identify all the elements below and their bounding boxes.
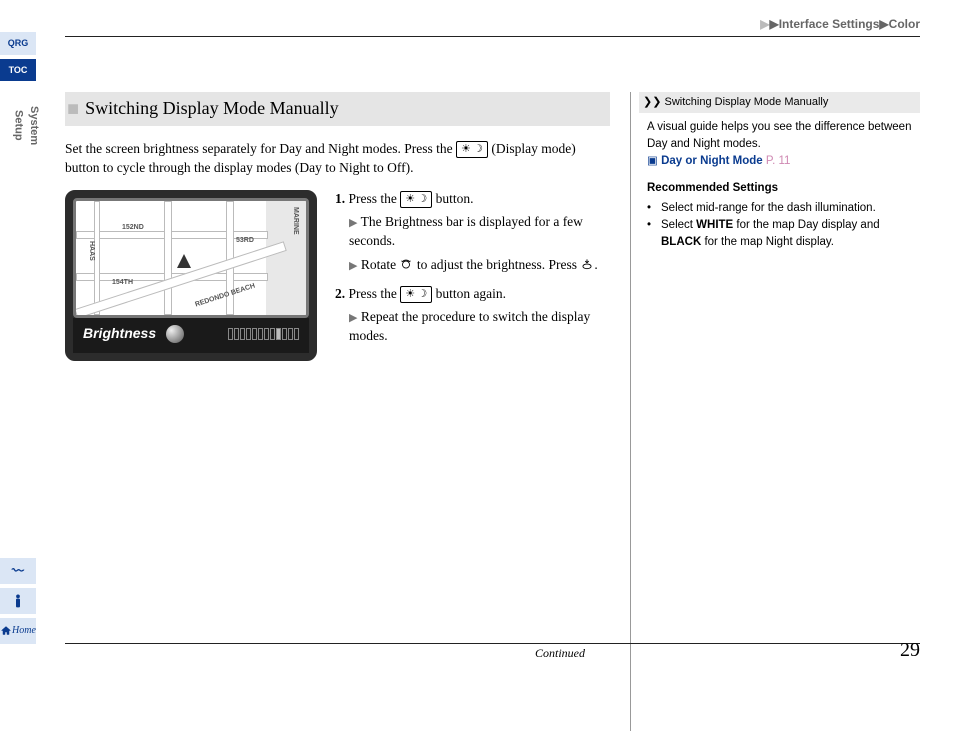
street-label: 53RD <box>236 236 254 246</box>
left-rail: QRG TOC System Setup <box>0 32 36 169</box>
display-mode-key-icon: ☀ ☽ <box>456 141 488 158</box>
tab-qrg[interactable]: QRG <box>0 32 36 55</box>
page-number: 29 <box>900 636 920 664</box>
heading-square-icon: ■ <box>67 95 79 123</box>
section-heading: ■ Switching Display Mode Manually <box>65 92 610 126</box>
dial-knob-icon <box>166 325 184 343</box>
street-label: 154TH <box>112 278 133 288</box>
rec-item: •Select WHITE for the map Day display an… <box>647 217 920 252</box>
brightness-label: Brightness <box>83 324 156 344</box>
triangle-icon: ▶ <box>349 312 357 324</box>
brightness-bar: Brightness <box>73 318 309 354</box>
sidebar-body: A visual guide helps you see the differe… <box>647 119 920 154</box>
sidebar-title: ❯❯ Switching Display Mode Manually <box>639 92 920 113</box>
voice-button[interactable] <box>0 558 36 584</box>
map-screen: 152ND 53RD 154TH REDONDO BEACH MARINE HA… <box>73 198 309 318</box>
heading-text: Switching Display Mode Manually <box>85 96 338 121</box>
recommended-heading: Recommended Settings <box>647 180 920 197</box>
rec-item: •Select mid-range for the dash illuminat… <box>647 200 920 217</box>
street-label: HAAS <box>86 241 96 261</box>
intro-paragraph: Set the screen brightness separately for… <box>65 140 610 178</box>
home-button[interactable]: Home <box>0 618 36 644</box>
rotate-dial-icon <box>399 257 413 271</box>
breadcrumb: ▶▶Interface Settings▶Color <box>760 16 920 33</box>
vehicle-marker-icon <box>177 254 191 268</box>
tab-section[interactable]: System Setup <box>0 85 51 165</box>
street-label: 152ND <box>122 223 144 233</box>
triangle-icon: ▶ <box>349 217 357 229</box>
tab-toc[interactable]: TOC <box>0 59 36 82</box>
continued-label: Continued <box>535 645 585 662</box>
street-label: MARINE <box>290 207 300 235</box>
rule-top <box>65 36 920 37</box>
step-1: 1. Press the ☀ ☽ button. ▶ The Brightnes… <box>335 190 610 276</box>
sidebar-link[interactable]: Day or Night Mode <box>661 155 763 167</box>
breadcrumb-2[interactable]: Color <box>889 17 920 31</box>
brightness-indicator <box>228 328 299 340</box>
triangle-icon: ▶ <box>349 260 357 272</box>
sidebar-column: ❯❯ Switching Display Mode Manually A vis… <box>630 92 920 731</box>
display-mode-key-icon: ☀ ☽ <box>400 191 432 208</box>
chevrons-icon: ❯❯ <box>643 96 661 108</box>
home-label: Home <box>12 624 36 638</box>
info-button[interactable] <box>0 588 36 614</box>
sidebar-link-page[interactable]: P. 11 <box>766 155 791 167</box>
link-marker-icon: ▣ <box>647 155 658 167</box>
device-screenshot: 152ND 53RD 154TH REDONDO BEACH MARINE HA… <box>65 190 317 362</box>
press-dial-icon <box>580 257 594 271</box>
main-column: ■ Switching Display Mode Manually Set th… <box>65 92 610 361</box>
steps-list: 1. Press the ☀ ☽ button. ▶ The Brightnes… <box>335 190 610 362</box>
rule-bottom <box>65 643 920 644</box>
step-2: 2. Press the ☀ ☽ button again. ▶ Repeat … <box>335 285 610 346</box>
display-mode-key-icon: ☀ ☽ <box>400 286 432 303</box>
breadcrumb-1[interactable]: Interface Settings <box>779 17 880 31</box>
left-rail-bottom: Home <box>0 554 36 644</box>
